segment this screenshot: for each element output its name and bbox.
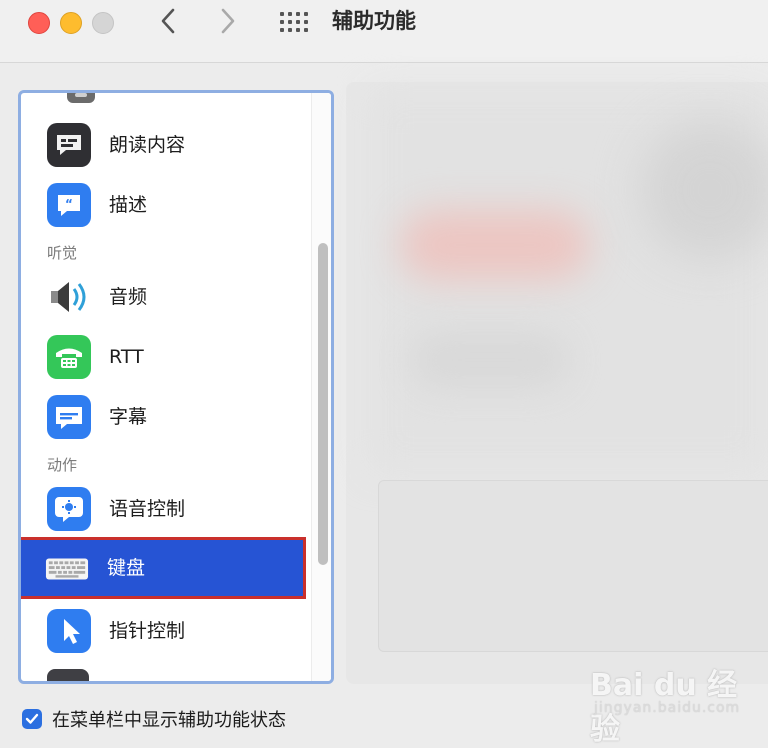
sidebar-item-voice-control[interactable]: 语音控制 (21, 481, 311, 537)
back-button[interactable] (154, 4, 182, 38)
chevron-left-icon (161, 8, 175, 34)
rtt-phone-icon (47, 335, 91, 379)
sidebar-item-rtt[interactable]: RTT (21, 329, 311, 385)
grid-icon (280, 12, 308, 32)
blurred-content (400, 210, 590, 280)
sidebar-item-spoken-content[interactable]: 朗读内容 (21, 117, 311, 173)
sidebar-item-keyboard[interactable]: 键盘 (21, 537, 306, 599)
show-status-in-menu-bar[interactable]: 在菜单栏中显示辅助功能状态 (22, 705, 286, 733)
sidebar[interactable]: 朗读内容 “ 描述 听觉 音频 RTT 字幕 动作 语音控制 键盘 指针控制 (18, 90, 334, 684)
sidebar-item-pointer-control[interactable]: 指针控制 (21, 603, 311, 659)
spoken-content-icon (47, 123, 91, 167)
forward-button[interactable] (214, 4, 242, 38)
minimize-window-button[interactable] (60, 12, 82, 34)
section-header-motor: 动作 (47, 456, 78, 474)
sidebar-item-label: 键盘 (107, 557, 146, 579)
sidebar-item-label: 朗读内容 (109, 134, 186, 156)
sidebar-item-label: 描述 (109, 194, 148, 216)
sidebar-item-audio[interactable]: 音频 (21, 269, 311, 325)
sidebar-item-captions[interactable]: 字幕 (21, 389, 311, 445)
content-subpanel (378, 480, 768, 652)
pointer-control-icon (47, 609, 91, 653)
title-bar: 辅助功能 (0, 0, 768, 63)
show-status-label: 在菜单栏中显示辅助功能状态 (52, 710, 286, 731)
sidebar-item-label: RTT (109, 346, 144, 368)
sidebar-item-label: 指针控制 (109, 620, 186, 642)
scrollbar-thumb[interactable] (318, 243, 328, 565)
sidebar-item-label: 音频 (109, 286, 148, 308)
close-window-button[interactable] (28, 12, 50, 34)
sidebar-item-descriptions[interactable]: “ 描述 (21, 177, 311, 233)
svg-text:“: “ (65, 197, 73, 211)
voice-control-icon (47, 487, 91, 531)
blurred-content (410, 330, 570, 390)
sidebar-scrollbar[interactable] (311, 93, 331, 681)
show-status-checkbox[interactable] (22, 709, 42, 729)
sidebar-item-label: 字幕 (109, 406, 148, 428)
checkmark-icon (25, 713, 39, 724)
sidebar-item-label: 语音控制 (109, 498, 186, 520)
window-title: 辅助功能 (332, 9, 416, 33)
keyboard-icon (45, 547, 89, 591)
partial-item-icon (47, 669, 89, 681)
watermark-url: jingyan.baidu.com (594, 700, 741, 716)
watermark: Bai du 经验 jingyan.baidu.com (590, 656, 760, 747)
descriptions-icon: “ (47, 183, 91, 227)
audio-speaker-icon (47, 275, 91, 319)
section-header-hearing: 听觉 (47, 244, 78, 262)
zoom-window-button[interactable] (92, 12, 114, 34)
partial-item-icon (67, 93, 95, 103)
show-all-button[interactable] (276, 8, 312, 36)
captions-icon (47, 395, 91, 439)
blurred-content (640, 120, 768, 260)
chevron-right-icon (221, 8, 235, 34)
